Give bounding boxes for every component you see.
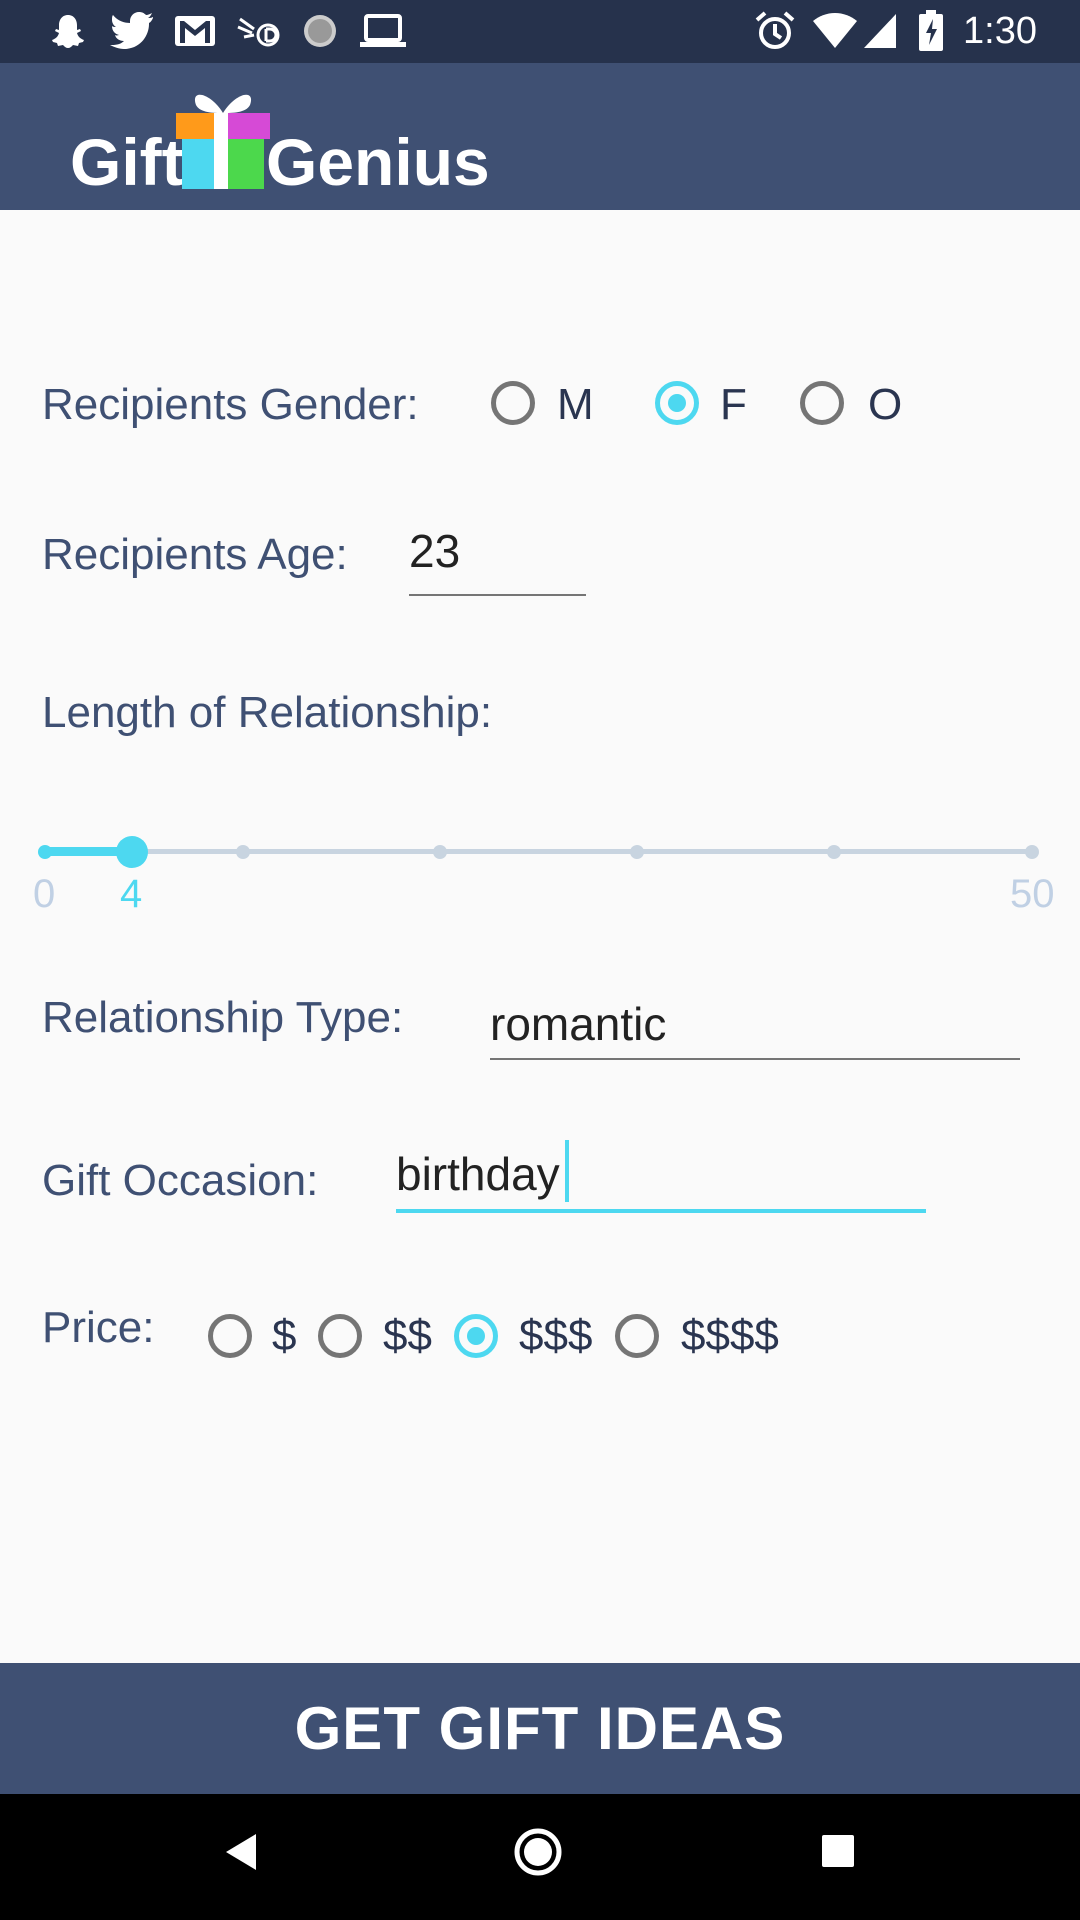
relationship-type-input[interactable]: romantic <box>490 996 666 1052</box>
slider-tick <box>236 845 250 859</box>
snapchat-icon <box>48 10 88 52</box>
relationship-length-label: Length of Relationship: <box>42 688 493 737</box>
gender-radio-o[interactable] <box>800 381 844 425</box>
occasion-input-underline <box>396 1209 926 1213</box>
back-icon[interactable] <box>224 1832 258 1872</box>
recents-icon[interactable] <box>821 1834 855 1868</box>
wifi-icon <box>812 10 858 52</box>
navigation-bar <box>0 1794 1080 1920</box>
price-label: Price: <box>42 1303 155 1352</box>
gender-label: Recipients Gender: <box>42 380 419 429</box>
age-label: Recipients Age: <box>42 530 348 579</box>
gender-radio-m[interactable] <box>491 381 535 425</box>
text-cursor <box>565 1140 569 1202</box>
speed-icon <box>236 10 282 52</box>
relationship-type-label: Relationship Type: <box>42 993 404 1042</box>
gender-label-o[interactable]: O <box>868 378 902 432</box>
slider-tick <box>827 845 841 859</box>
price-radio-2[interactable] <box>318 1314 362 1358</box>
slider-min-label: 0 <box>33 872 56 916</box>
occasion-input[interactable]: birthday <box>396 1146 560 1202</box>
price-label-2[interactable]: $$ <box>383 1309 432 1363</box>
slider-tick <box>38 845 52 859</box>
home-icon[interactable] <box>514 1828 562 1876</box>
alarm-icon <box>754 10 796 52</box>
status-clock: 1:30 <box>963 10 1037 52</box>
price-radio-1[interactable] <box>208 1314 252 1358</box>
logo-text-gift: Gift <box>70 125 184 199</box>
slider-tick <box>630 845 644 859</box>
signal-icon <box>862 10 898 52</box>
price-label-3[interactable]: $$$ <box>519 1309 592 1363</box>
sync-icon <box>301 10 339 52</box>
age-input-underline <box>409 594 586 596</box>
logo-text-genius: Genius <box>266 125 490 199</box>
twitter-icon <box>110 10 154 52</box>
slider-max-label: 50 <box>1010 872 1055 916</box>
occasion-label: Gift Occasion: <box>42 1156 319 1205</box>
laptop-icon <box>360 10 406 52</box>
gender-radio-f[interactable] <box>655 381 699 425</box>
battery-charging-icon <box>918 10 944 52</box>
slider-tick <box>1025 845 1039 859</box>
get-gift-ideas-button[interactable]: GET GIFT IDEAS <box>0 1663 1080 1794</box>
price-radio-4[interactable] <box>615 1314 659 1358</box>
gender-label-m[interactable]: M <box>557 378 594 432</box>
app-bar: Gift Genius <box>0 63 1080 210</box>
gmail-icon <box>174 10 216 52</box>
age-input[interactable]: 23 <box>409 523 460 579</box>
slider-thumb[interactable] <box>116 836 148 868</box>
slider-value-label: 4 <box>120 872 143 916</box>
price-label-4[interactable]: $$$$ <box>681 1309 779 1363</box>
gift-box-icon <box>176 94 270 189</box>
gender-label-f[interactable]: F <box>720 378 747 432</box>
status-bar: 1:30 <box>0 0 1080 63</box>
relationship-type-underline <box>490 1058 1020 1060</box>
price-label-1[interactable]: $ <box>272 1309 296 1363</box>
slider-track[interactable] <box>45 849 1033 854</box>
price-radio-3[interactable] <box>454 1314 498 1358</box>
slider-tick <box>433 845 447 859</box>
